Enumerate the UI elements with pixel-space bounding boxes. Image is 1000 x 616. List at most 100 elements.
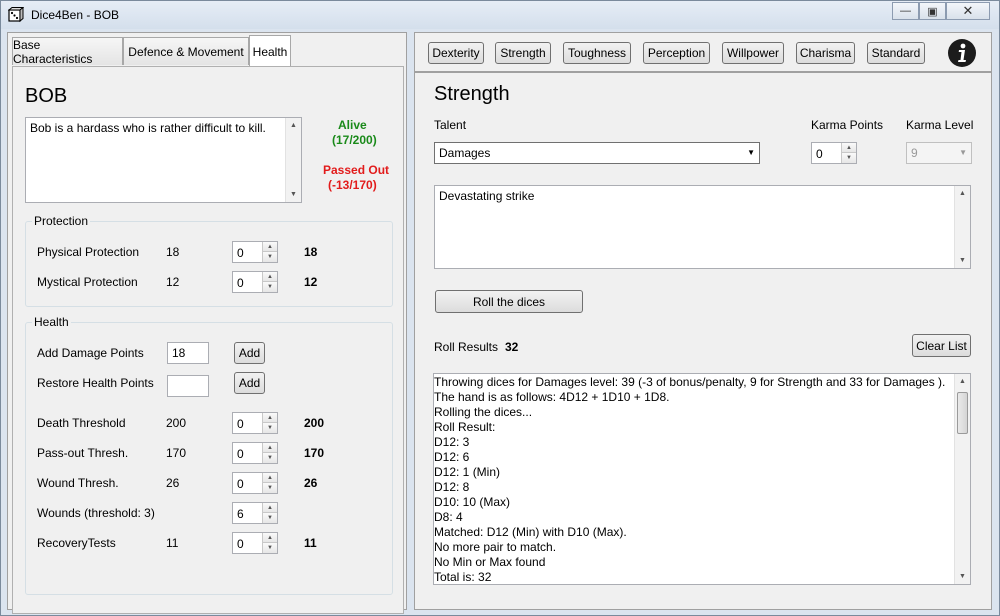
talent-select[interactable]: Damages ▼	[434, 142, 760, 164]
chevron-down-icon[interactable]: ▼	[263, 543, 277, 553]
chevron-down-icon[interactable]: ▼	[263, 423, 277, 433]
scroll-down-icon[interactable]: ▼	[955, 569, 970, 584]
physical-protection-stepper[interactable]: 0 ▲ ▼	[232, 241, 278, 263]
protection-title: Protection	[32, 214, 91, 228]
chevron-down-icon[interactable]: ▼	[842, 153, 856, 163]
add-damage-button[interactable]: Add	[234, 342, 265, 364]
tab-label: Defence & Movement	[128, 44, 244, 59]
tab-defence-movement[interactable]: Defence & Movement	[123, 37, 249, 65]
button-label: Strength	[500, 46, 546, 60]
chevron-up-icon[interactable]: ▲	[263, 503, 277, 513]
button-label: Clear List	[916, 338, 967, 353]
stepper-value: 6	[237, 507, 244, 521]
roll-results-list[interactable]: Throwing dices for Damages level: 39 (-3…	[433, 373, 971, 585]
tab-label: Health	[252, 44, 288, 59]
talent-value: Damages	[439, 146, 491, 160]
chevron-up-icon[interactable]: ▲	[263, 413, 277, 423]
recovery-tests-stepper[interactable]: 0 ▲ ▼	[232, 532, 278, 554]
chevron-down-icon[interactable]: ▼	[263, 483, 277, 493]
wounds-stepper[interactable]: 6 ▲ ▼	[232, 502, 278, 524]
scroll-thumb[interactable]	[957, 392, 968, 434]
button-label: Toughness	[567, 46, 627, 60]
recovery-tests-base: 11	[166, 536, 179, 550]
standard-button[interactable]: Standard	[867, 42, 925, 64]
willpower-button[interactable]: Willpower	[722, 42, 784, 64]
mystical-protection-total: 12	[304, 275, 318, 289]
chevron-down-icon[interactable]: ▼	[263, 252, 277, 262]
close-button[interactable]: ✕	[946, 2, 990, 20]
result-line: The hand is as follows: 4D12 + 1D10 + 1D…	[434, 390, 670, 404]
talent-description[interactable]: Devastating strike ▲ ▼	[434, 185, 971, 269]
stepper-value: 0	[237, 447, 244, 461]
restore-health-field[interactable]	[167, 375, 209, 397]
button-label: Roll the dices	[472, 294, 546, 309]
physical-protection-base: 18	[166, 245, 180, 259]
chevron-up-icon[interactable]: ▲	[842, 143, 856, 153]
karma-points-stepper[interactable]: 0 ▲ ▼	[811, 142, 857, 164]
health-group: Health Add Damage Points 18 Add Restore …	[25, 315, 393, 595]
chevron-up-icon[interactable]: ▲	[263, 242, 277, 252]
pass-out-threshold-label: Pass-out Thresh.	[37, 446, 129, 460]
character-name: BOB	[25, 85, 68, 107]
stepper-value: 0	[237, 246, 244, 260]
scroll-up-icon[interactable]: ▲	[955, 374, 970, 389]
button-label: Perception	[647, 46, 706, 60]
chevron-up-icon[interactable]: ▲	[263, 533, 277, 543]
talent-description-scrollbar[interactable]: ▲ ▼	[954, 186, 970, 268]
scroll-down-icon[interactable]: ▼	[286, 187, 301, 202]
chevron-up-icon[interactable]: ▲	[263, 272, 277, 282]
scroll-up-icon[interactable]: ▲	[955, 186, 970, 201]
chevron-down-icon[interactable]: ▼	[263, 282, 277, 292]
charisma-button[interactable]: Charisma	[796, 42, 855, 64]
result-line: Roll Result:	[434, 420, 496, 434]
clear-list-button[interactable]: Clear List	[912, 334, 971, 357]
scroll-up-icon[interactable]: ▲	[286, 118, 301, 133]
scroll-down-icon[interactable]: ▼	[955, 253, 970, 268]
death-threshold-stepper[interactable]: 0 ▲ ▼	[232, 412, 278, 434]
add-damage-label: Add Damage Points	[37, 346, 144, 360]
pass-out-threshold-stepper[interactable]: 0 ▲ ▼	[232, 442, 278, 464]
toughness-button[interactable]: Toughness	[563, 42, 631, 64]
roll-results-label: Roll Results	[434, 340, 499, 354]
mystical-protection-stepper[interactable]: 0 ▲ ▼	[232, 271, 278, 293]
result-line: D12: 1 (Min)	[434, 465, 501, 479]
title-bar: Dice4Ben - BOB — ▣ ✕	[1, 1, 999, 29]
attribute-toolbar: Dexterity Strength Toughness Perception …	[414, 32, 992, 72]
button-label: Dexterity	[432, 46, 480, 60]
passed-out-status: Passed Out	[323, 163, 390, 177]
window-title: Dice4Ben - BOB	[31, 8, 120, 22]
button-label: Add	[238, 376, 261, 390]
talent-description-text: Devastating strike	[439, 189, 535, 203]
tab-base-characteristics[interactable]: Base Characteristics	[12, 37, 123, 66]
result-line: D10: 10 (Max)	[434, 495, 511, 509]
dice-app-icon	[8, 7, 24, 23]
character-description[interactable]: Bob is a hardass who is rather difficult…	[25, 117, 302, 203]
alive-value: (17/200)	[332, 133, 377, 147]
karma-level-select[interactable]: 9 ▼	[906, 142, 972, 164]
wound-threshold-label: Wound Thresh.	[37, 476, 119, 490]
add-damage-field[interactable]: 18	[167, 342, 209, 364]
button-label: Standard	[871, 46, 921, 60]
chevron-up-icon[interactable]: ▲	[263, 443, 277, 453]
maximize-button[interactable]: ▣	[919, 2, 946, 20]
info-icon[interactable]	[947, 38, 977, 68]
results-scrollbar[interactable]: ▲ ▼	[954, 374, 970, 584]
chevron-down-icon[interactable]: ▼	[263, 453, 277, 463]
tab-health[interactable]: Health	[249, 35, 291, 67]
strength-button[interactable]: Strength	[495, 42, 551, 64]
roll-dices-button[interactable]: Roll the dices	[435, 290, 583, 313]
chevron-down-icon[interactable]: ▼	[263, 513, 277, 523]
close-icon: ✕	[962, 3, 974, 18]
chevron-up-icon[interactable]: ▲	[263, 473, 277, 483]
wounds-label: Wounds (threshold: 3)	[37, 506, 155, 520]
minimize-button[interactable]: —	[892, 2, 919, 20]
wound-threshold-stepper[interactable]: 0 ▲ ▼	[232, 472, 278, 494]
dexterity-button[interactable]: Dexterity	[428, 42, 484, 64]
perception-button[interactable]: Perception	[643, 42, 710, 64]
health-tab-content: BOB Bob is a hardass who is rather diffi…	[12, 66, 404, 614]
recovery-tests-label: RecoveryTests	[37, 536, 116, 550]
tab-label: Base Characteristics	[13, 37, 93, 66]
death-threshold-base: 200	[166, 416, 187, 430]
description-scrollbar[interactable]: ▲ ▼	[285, 118, 301, 202]
restore-health-button[interactable]: Add	[234, 372, 265, 394]
